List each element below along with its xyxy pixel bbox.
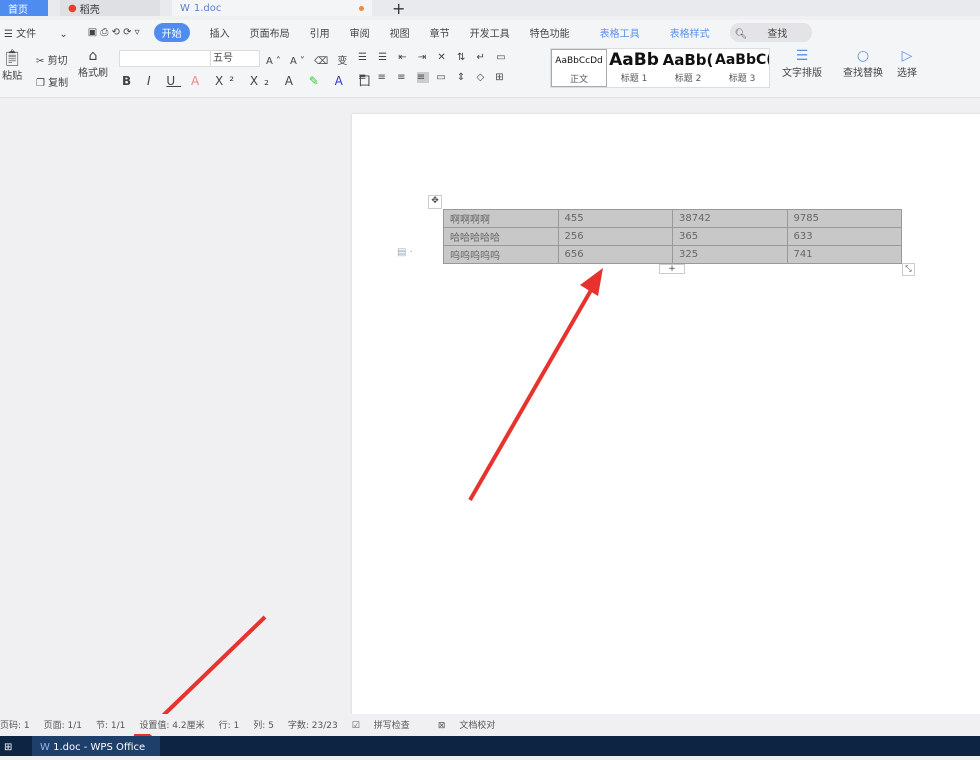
- status-row: 行: 1: [218, 720, 240, 731]
- status-page-num: 页码: 1: [0, 720, 30, 731]
- checkbox-icon: ☑: [351, 720, 360, 731]
- proof-icon: ⊠: [437, 720, 446, 731]
- taskbar-wps-button[interactable]: W 1.doc - WPS Office: [32, 736, 160, 756]
- windows-start-icon[interactable]: ⊞: [4, 742, 16, 754]
- wps-icon: W: [40, 742, 54, 753]
- status-setting: 设置值: 4.2厘米: [139, 720, 205, 731]
- status-col: 列: 5: [253, 720, 274, 731]
- spell-check-button[interactable]: ☑ 拼写检查: [352, 718, 424, 731]
- status-pages: 页面: 1/1: [43, 720, 83, 731]
- annotation-arrows: [130, 268, 603, 748]
- red-arrow-to-table: [468, 268, 603, 501]
- status-section: 节: 1/1: [96, 720, 126, 731]
- proofread-button[interactable]: ⊠ 文档校对: [438, 718, 510, 731]
- status-bar: 页码: 1 页面: 1/1 节: 1/1 设置值: 4.2厘米 行: 1 列: …: [0, 714, 980, 734]
- taskbar: ⊞ W 1.doc - WPS Office: [0, 736, 980, 756]
- status-word-count[interactable]: 字数: 23/23: [288, 718, 338, 731]
